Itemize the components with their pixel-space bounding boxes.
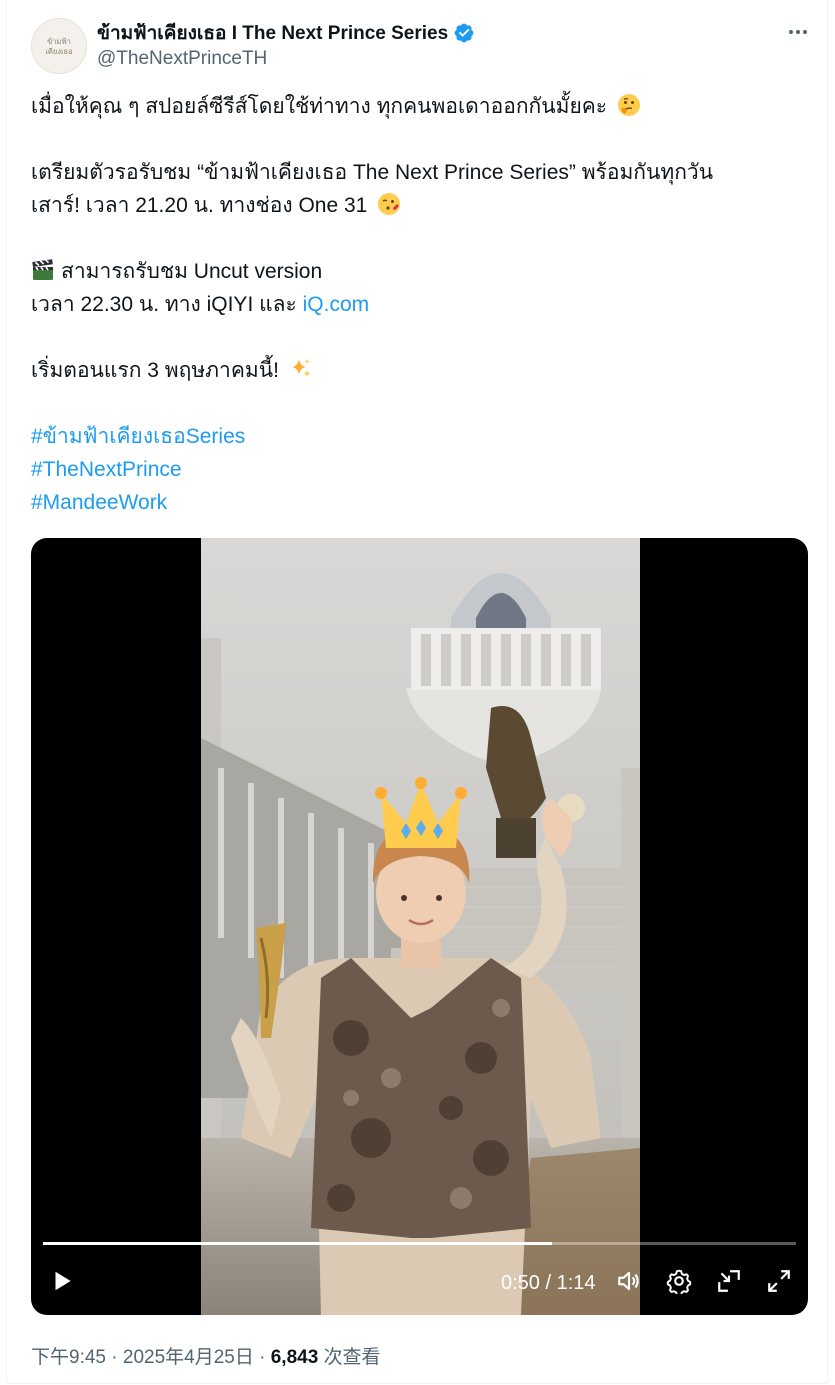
video-progress-bar[interactable] <box>43 1242 796 1245</box>
video-frame <box>201 538 640 1315</box>
avatar[interactable]: ข้ามฟ้า เคียงเธอ <box>31 18 87 74</box>
iq-com-link[interactable]: iQ.com <box>303 293 370 316</box>
more-options-icon[interactable] <box>783 20 813 44</box>
tweet-line: เริ่มตอนแรก 3 พฤษภาคมนี้! <box>31 354 801 387</box>
tweet-line-text: เมื่อให้คุณ ๆ สปอยล์ซีรีส์โดยใช้ท่าทาง ท… <box>31 95 608 118</box>
hashtag-link[interactable]: #ข้ามฟ้าเคียงเธอSeries <box>31 420 801 453</box>
hashtag-link[interactable]: #MandeeWork <box>31 486 801 519</box>
tweet-line: เตรียมตัวรอรับชม “ข้ามฟ้าเคียงเธอ The Ne… <box>31 161 714 184</box>
meta-separator: · <box>253 1347 271 1368</box>
play-icon[interactable] <box>49 1268 75 1294</box>
video-time-display: 0:50 / 1:14 <box>501 1272 596 1294</box>
tweet-metadata: 下午9:45 · 2025年4月25日 · 6,843 次查看 <box>31 1342 381 1369</box>
tweet-line-text: เวลา 22.30 น. ทาง iQIYI และ <box>31 293 303 316</box>
author-display-name[interactable]: ข้ามฟ้าเคียงเธอ I The Next Prince Series <box>97 18 448 48</box>
minimize-icon[interactable] <box>716 1268 742 1294</box>
hashtag-link[interactable]: #TheNextPrince <box>31 453 801 486</box>
view-count-label: 次查看 <box>318 1347 381 1368</box>
video-progress-fill <box>43 1242 553 1245</box>
meta-separator: · <box>105 1347 123 1368</box>
tweet-line-text: เสาร์! เวลา 21.20 น. ทางช่อง One 31 <box>31 194 368 217</box>
view-count: 6,843 <box>270 1347 319 1368</box>
thinking-face-icon <box>617 94 640 116</box>
settings-icon[interactable] <box>666 1268 692 1294</box>
author-handle[interactable]: @TheNextPrinceTH <box>97 48 267 70</box>
brand-logo-icon: ข้ามฟ้า เคียงเธอ <box>45 37 72 56</box>
tweet-card: ข้ามฟ้า เคียงเธอ ข้ามฟ้าเคียงเธอ I The N… <box>6 0 828 1384</box>
svg-text:ข้ามฟ้า: ข้ามฟ้า <box>47 37 71 46</box>
tweet-line-text: สามารถรับชม Uncut version <box>61 260 323 283</box>
video-player[interactable]: 0:50 / 1:14 <box>31 538 808 1315</box>
tweet-text: เมื่อให้คุณ ๆ สปอยล์ซีรีส์โดยใช้ท่าทาง ท… <box>31 90 801 519</box>
face-blowing-kiss-icon <box>378 193 401 215</box>
tweet-time-link[interactable]: 下午9:45 <box>31 1347 106 1368</box>
tweet-line: เสาร์! เวลา 21.20 น. ทางช่อง One 31 <box>31 189 801 222</box>
volume-icon[interactable] <box>616 1268 642 1294</box>
author-name-row: ข้ามฟ้าเคียงเธอ I The Next Prince Series <box>97 18 475 48</box>
fullscreen-icon[interactable] <box>766 1268 792 1294</box>
tweet-date-link[interactable]: 2025年4月25日 <box>123 1347 254 1368</box>
tweet-line: เมื่อให้คุณ ๆ สปอยล์ซีรีส์โดยใช้ท่าทาง ท… <box>31 90 801 123</box>
tweet-line-text: เริ่มตอนแรก 3 พฤษภาคมนี้! <box>31 359 279 382</box>
tweet-line: สามารถรับชม Uncut version <box>31 255 801 288</box>
verified-badge-icon <box>454 23 474 43</box>
clapper-board-icon <box>32 258 53 280</box>
tweet-line: เวลา 22.30 น. ทาง iQIYI และ iQ.com <box>31 288 801 321</box>
svg-text:เคียงเธอ: เคียงเธอ <box>45 47 72 56</box>
sparkles-icon <box>291 359 311 377</box>
